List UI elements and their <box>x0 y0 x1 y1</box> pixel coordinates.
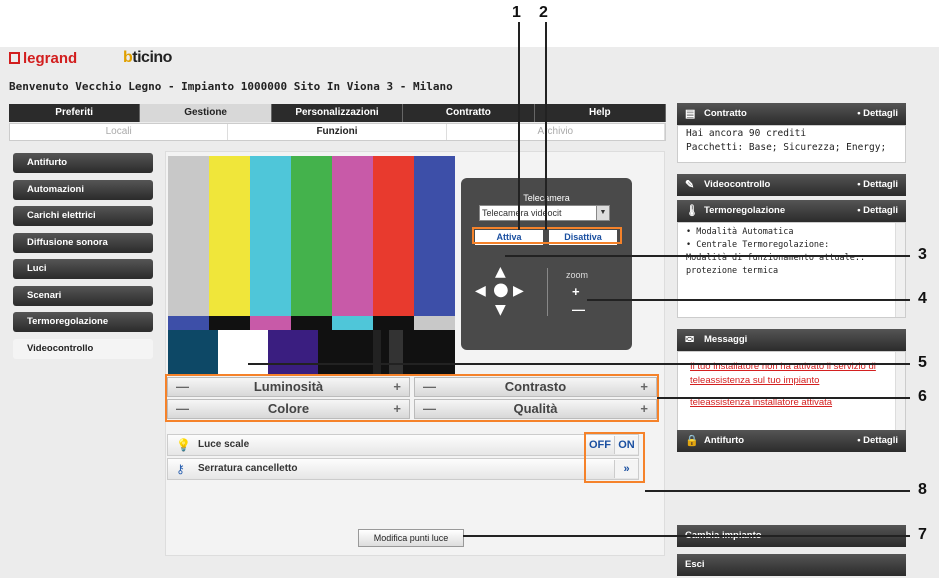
menu-item-antifurto[interactable]: Antifurto <box>13 153 153 173</box>
center-dot-icon[interactable]: ● <box>493 281 509 299</box>
menu-item-diffusione-sonora[interactable]: Diffusione sonora <box>13 232 153 253</box>
callout-1: 1 <box>512 4 521 21</box>
modify-lights-button[interactable]: Modifica punti luce <box>358 529 464 547</box>
termo-scrollbar[interactable] <box>895 223 905 317</box>
arrow-down-icon[interactable]: ▼ <box>495 303 506 317</box>
highlight-adjust-controls <box>165 374 659 422</box>
chevron-down-icon[interactable]: ▼ <box>596 206 609 220</box>
termo-title: Termoregolazione <box>704 205 786 216</box>
callout-2: 2 <box>539 4 548 21</box>
menu-item-carichi-elettrici[interactable]: Carichi elettrici <box>13 206 153 226</box>
contract-header[interactable]: ▤ Contratto • Dettagli <box>677 103 906 125</box>
callout-8: 8 <box>918 481 927 498</box>
callout-4: 4 <box>918 290 927 307</box>
thermometer-icon: 🌡 <box>685 205 699 217</box>
callout-line-8 <box>645 490 910 492</box>
exit-button[interactable]: Esci <box>677 554 906 576</box>
arrow-up-icon[interactable]: ▲ <box>495 265 506 279</box>
contract-panel: Hai ancora 90 crediti Pacchetti: Base; S… <box>677 125 906 163</box>
callout-3: 3 <box>918 246 927 263</box>
legrand-logo: legrand <box>9 50 77 67</box>
main-tabs: Preferiti Gestione Personalizzazioni Con… <box>9 104 667 122</box>
lightbulb-icon: 💡 <box>176 438 191 452</box>
arrow-left-icon[interactable]: ◀ <box>475 284 486 298</box>
subtab-archivio[interactable]: Archivio <box>447 124 665 140</box>
welcome-text: Benvenuto Vecchio Legno - Impianto 10000… <box>9 80 453 93</box>
menu-item-videocontrollo[interactable]: Videocontrollo <box>13 338 153 359</box>
callout-line-7 <box>463 535 910 537</box>
callout-line-3 <box>505 255 910 257</box>
camera-icon: ✎ <box>685 179 695 191</box>
page: legrand bticino Benvenuto Vecchio Legno … <box>0 0 939 578</box>
callout-line-5 <box>248 363 910 365</box>
subtab-funzioni[interactable]: Funzioni <box>228 124 447 140</box>
light-row-serratura: ⚷ Serratura cancelletto » <box>167 458 639 480</box>
tab-gestione[interactable]: Gestione <box>140 104 272 122</box>
subtab-locali[interactable]: Locali <box>10 124 229 140</box>
callout-line-2 <box>545 22 547 230</box>
video-header[interactable]: ✎ Videocontrollo • Dettagli <box>677 174 906 196</box>
highlight-camera-buttons <box>472 227 622 244</box>
termo-details-link[interactable]: • Dettagli <box>857 200 898 222</box>
callout-line-4 <box>587 299 910 301</box>
sub-tabs: Locali Funzioni Archivio <box>9 123 666 141</box>
direction-pad: ▲ ◀ ● ▶ ▼ <box>475 265 529 319</box>
video-frame <box>168 156 455 374</box>
messages-title: Messaggi <box>704 334 748 345</box>
termo-central-text: • Centrale Termoregolazione: <box>686 240 830 250</box>
contract-title: Contratto <box>704 108 747 119</box>
antifurto-title: Antifurto <box>704 435 745 446</box>
callout-5: 5 <box>918 354 927 371</box>
termo-panel: • Modalità Automatica • Centrale Termore… <box>677 222 906 318</box>
termo-header[interactable]: 🌡 Termoregolazione • Dettagli <box>677 200 906 222</box>
menu-item-termoregolazione[interactable]: Termoregolazione <box>13 312 153 332</box>
callout-6: 6 <box>918 388 927 405</box>
bticino-logo: bticino <box>123 49 172 66</box>
termo-protection-text: protezione termica <box>686 266 779 276</box>
key-icon: ⚷ <box>176 462 185 476</box>
video-details-link[interactable]: • Dettagli <box>857 174 898 196</box>
menu-item-automazioni[interactable]: Automazioni <box>13 179 153 200</box>
lock-icon: 🔒 <box>685 435 699 447</box>
menu-item-scenari[interactable]: Scenari <box>13 285 153 306</box>
menu-item-luci[interactable]: Luci <box>13 259 153 279</box>
light-row-luce-scale: 💡 Luce scale OFF ON <box>167 434 639 456</box>
zoom-label: zoom <box>566 270 589 280</box>
contract-details-link[interactable]: • Dettagli <box>857 103 898 125</box>
highlight-light-buttons <box>584 432 645 483</box>
antifurto-details-link[interactable]: • Dettagli <box>857 430 898 452</box>
light-label: Luce scale <box>198 439 250 450</box>
envelope-icon: ✉ <box>685 334 695 346</box>
callout-line-6 <box>657 397 910 399</box>
packages-text: Pacchetti: Base; Sicurezza; Energy; <box>686 142 887 153</box>
tab-personalizzazioni[interactable]: Personalizzazioni <box>272 104 404 122</box>
zoom-divider <box>547 268 548 316</box>
termo-mode-text: • Modalità Automatica <box>686 227 794 237</box>
video-title: Videocontrollo <box>704 179 771 190</box>
tab-preferiti[interactable]: Preferiti <box>9 104 141 122</box>
document-icon: ▤ <box>685 108 696 120</box>
arrow-right-icon[interactable]: ▶ <box>513 284 524 298</box>
zoom-in-button[interactable]: + <box>572 284 580 299</box>
tab-contratto[interactable]: Contratto <box>403 104 535 122</box>
antifurto-header[interactable]: 🔒 Antifurto • Dettagli <box>677 430 906 452</box>
callout-7: 7 <box>918 526 927 543</box>
callout-line-1 <box>518 22 520 230</box>
function-menu: Antifurto Automazioni Carichi elettrici … <box>13 153 153 365</box>
zoom-out-button[interactable]: — <box>572 302 585 317</box>
tab-help[interactable]: Help <box>535 104 667 122</box>
lock-label: Serratura cancelletto <box>198 463 298 474</box>
messages-header[interactable]: ✉ Messaggi <box>677 329 906 351</box>
credits-text: Hai ancora 90 crediti <box>686 128 807 139</box>
